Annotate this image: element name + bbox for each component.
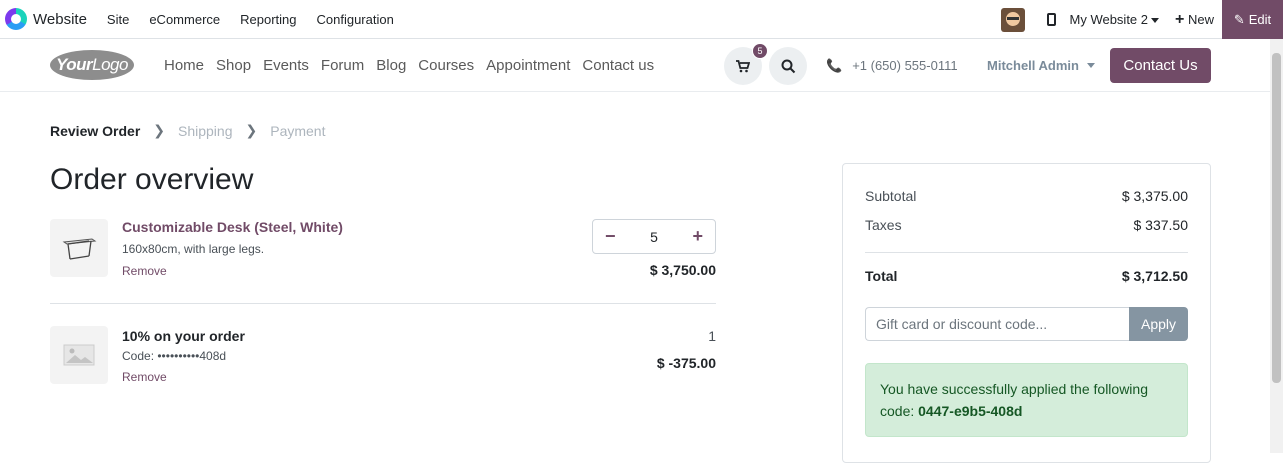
divider	[50, 303, 716, 304]
website-app-icon	[5, 8, 27, 30]
line-quantity: 1	[708, 328, 716, 344]
user-name: Mitchell Admin	[987, 58, 1079, 73]
caret-down-icon	[1151, 18, 1159, 23]
product-description: 160x80cm, with large legs.	[122, 242, 264, 256]
subtotal-value: $ 3,375.00	[1122, 188, 1188, 204]
cart-line: Customizable Desk (Steel, White) 160x80c…	[50, 219, 716, 289]
nav-forum[interactable]: Forum	[315, 57, 370, 74]
step-review-order: Review Order	[50, 123, 140, 139]
admin-topbar: Website Site eCommerce Reporting Configu…	[0, 0, 1283, 39]
new-button[interactable]: + New	[1175, 11, 1214, 29]
page-scrollbar[interactable]	[1270, 39, 1283, 453]
contact-us-button[interactable]: Contact Us	[1110, 48, 1211, 83]
discount-code-input[interactable]	[865, 307, 1129, 341]
scrollbar-thumb[interactable]	[1272, 53, 1281, 383]
product-name-link[interactable]: Customizable Desk (Steel, White)	[122, 219, 343, 235]
website-selector[interactable]: My Website 2	[1070, 12, 1160, 27]
nav-blog[interactable]: Blog	[370, 57, 412, 74]
taxes-row: Taxes $ 337.50	[865, 217, 1188, 233]
success-alert: You have successfully applied the follow…	[865, 363, 1188, 437]
user-avatar[interactable]	[1001, 8, 1025, 32]
image-placeholder-icon	[63, 344, 95, 366]
step-payment: Payment	[270, 123, 325, 139]
discount-code: Code: ••••••••••408d	[122, 349, 226, 363]
taxes-value: $ 337.50	[1134, 217, 1189, 233]
new-label: New	[1188, 12, 1214, 27]
site-logo[interactable]: YourLogo	[50, 50, 134, 80]
total-label: Total	[865, 268, 897, 284]
plus-button[interactable]: +	[692, 226, 703, 247]
total-value: $ 3,712.50	[1122, 268, 1188, 284]
user-menu[interactable]: Mitchell Admin	[987, 39, 1095, 92]
cart-button[interactable]: 5	[724, 47, 762, 85]
nav-appointment[interactable]: Appointment	[480, 57, 576, 74]
chevron-right-icon: ❯	[153, 122, 165, 139]
product-image[interactable]	[50, 219, 108, 277]
nav-courses[interactable]: Courses	[412, 57, 480, 74]
menu-site[interactable]: Site	[97, 12, 139, 27]
chevron-right-icon: ❯	[246, 122, 258, 139]
discount-name: 10% on your order	[122, 328, 245, 344]
checkout-steps: Review Order ❯ Shipping ❯ Payment	[50, 122, 325, 139]
phone-link[interactable]: 📞 +1 (650) 555-0111	[826, 39, 958, 92]
remove-link[interactable]: Remove	[122, 264, 167, 278]
menu-reporting[interactable]: Reporting	[230, 12, 306, 27]
taxes-label: Taxes	[865, 217, 902, 233]
website-selector-label: My Website 2	[1070, 12, 1149, 27]
logo-text: Logo	[92, 55, 128, 75]
quantity-stepper: − 5 +	[592, 219, 716, 254]
phone-icon: 📞	[826, 58, 842, 74]
main-nav: Home Shop Events Forum Blog Courses Appo…	[158, 39, 660, 92]
step-shipping: Shipping	[178, 123, 233, 139]
search-icon	[781, 59, 796, 74]
app-name: Website	[33, 11, 87, 28]
product-image[interactable]	[50, 326, 108, 384]
nav-shop[interactable]: Shop	[210, 57, 257, 74]
cart-icon	[736, 60, 750, 73]
nav-contact-us[interactable]: Contact us	[576, 57, 660, 74]
logo-text-bold: Your	[56, 55, 92, 75]
menu-ecommerce[interactable]: eCommerce	[139, 12, 230, 27]
website-header: YourLogo Home Shop Events Forum Blog Cou…	[0, 39, 1270, 92]
phone-number: +1 (650) 555-0111	[852, 58, 957, 73]
apply-button[interactable]: Apply	[1129, 307, 1188, 341]
caret-down-icon	[1087, 63, 1095, 68]
edit-label: Edit	[1249, 12, 1271, 27]
minus-button[interactable]: −	[605, 226, 616, 247]
remove-link[interactable]: Remove	[122, 370, 167, 384]
pencil-icon: ✎	[1234, 12, 1245, 28]
mobile-preview-icon[interactable]	[1047, 13, 1056, 26]
line-price: $ 3,750.00	[650, 262, 716, 278]
total-row: Total $ 3,712.50	[865, 268, 1188, 284]
quantity-input[interactable]: 5	[650, 229, 658, 245]
menu-configuration[interactable]: Configuration	[307, 12, 404, 27]
admin-actions: My Website 2 + New ✎ Edit	[1001, 0, 1283, 39]
app-switcher[interactable]: Website	[0, 0, 97, 38]
order-summary: Subtotal $ 3,375.00 Taxes $ 337.50 Total…	[842, 163, 1211, 463]
admin-menu: Site eCommerce Reporting Configuration	[97, 12, 404, 27]
desk-icon	[61, 235, 97, 261]
coupon-form: Apply	[865, 307, 1188, 341]
cart-count-badge: 5	[752, 43, 768, 59]
alert-code: 0447-e9b5-408d	[918, 403, 1022, 419]
edit-button[interactable]: ✎ Edit	[1222, 0, 1283, 39]
summary-divider	[865, 252, 1188, 253]
cart-line: 10% on your order Code: ••••••••••408d R…	[50, 326, 716, 386]
nav-events[interactable]: Events	[257, 57, 315, 74]
nav-home[interactable]: Home	[158, 57, 210, 74]
subtotal-label: Subtotal	[865, 188, 916, 204]
line-price: $ -375.00	[657, 355, 716, 371]
subtotal-row: Subtotal $ 3,375.00	[865, 188, 1188, 204]
search-button[interactable]	[769, 47, 807, 85]
page-title: Order overview	[50, 163, 253, 197]
plus-icon: +	[1175, 11, 1184, 28]
